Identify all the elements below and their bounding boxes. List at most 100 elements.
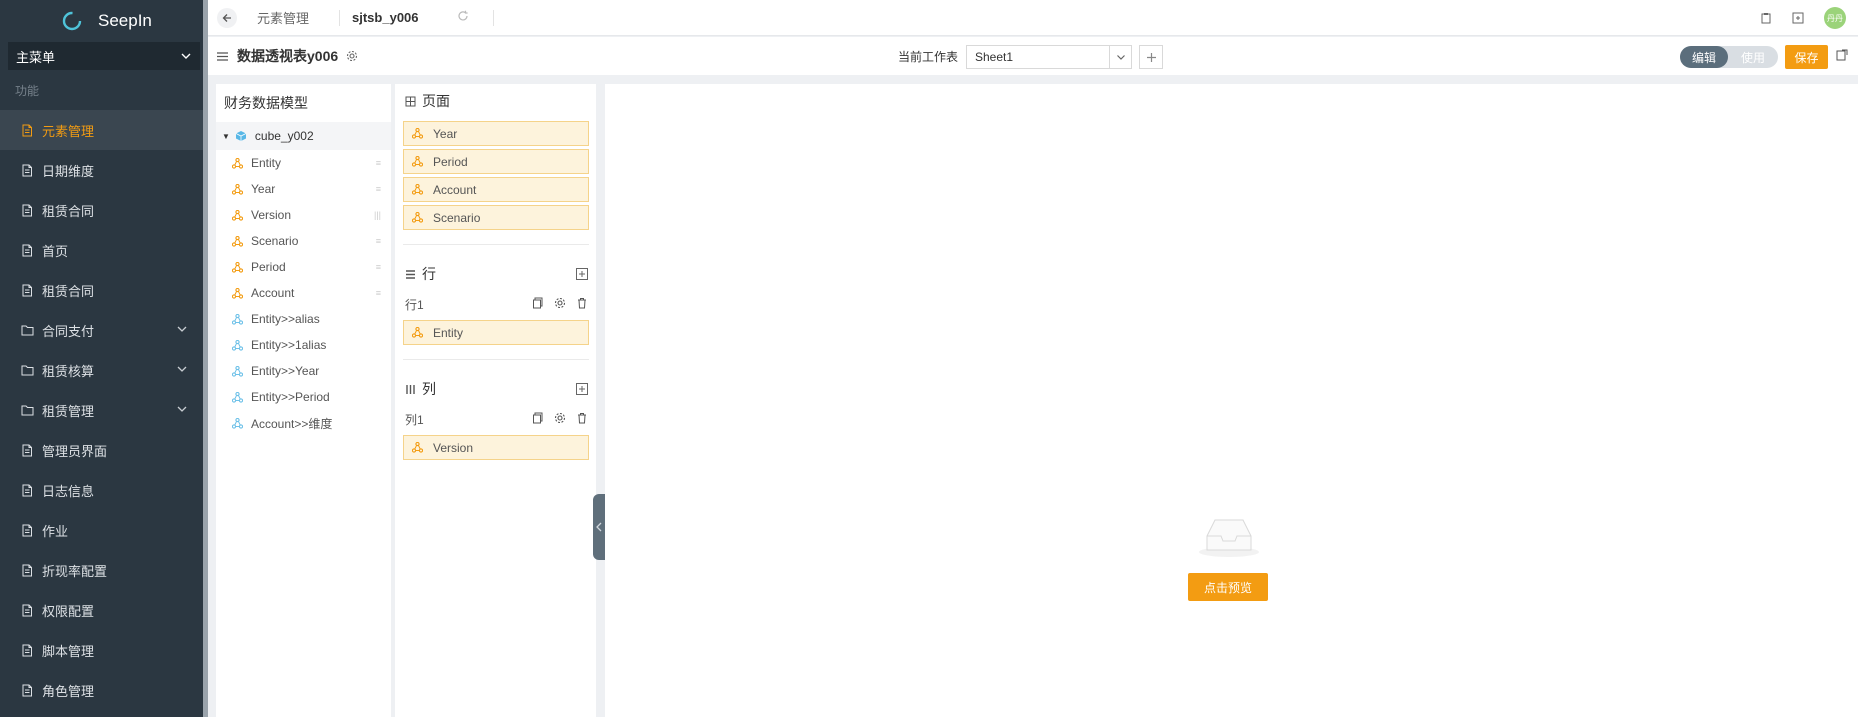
sidebar-item-label: 租赁合同 (42, 203, 95, 219)
gear-icon[interactable] (554, 297, 566, 309)
chevron-down-icon[interactable] (176, 323, 188, 338)
caret-down-icon[interactable]: ▼ (222, 132, 230, 141)
chevron-down-icon[interactable] (1109, 46, 1131, 68)
preview-button[interactable]: 点击预览 (1188, 573, 1268, 601)
sidebar-scrollbar-thumb[interactable] (203, 0, 208, 717)
field-chip[interactable]: Version (403, 435, 589, 460)
toolbar: 数据透视表y006 当前工作表 Sheet1 编辑 使用 保存 (208, 37, 1858, 75)
trash-icon[interactable] (576, 297, 588, 309)
avatar[interactable]: 丹丹 (1824, 7, 1846, 29)
document-icon (20, 603, 34, 617)
copy-icon[interactable] (532, 412, 544, 424)
field-chip-label: Account (433, 182, 477, 197)
dimension-item[interactable]: Entity>>alias (216, 306, 391, 332)
add-sheet-button[interactable] (1139, 45, 1163, 69)
sidebar-item[interactable]: 日志信息 (0, 470, 208, 510)
add-column-icon[interactable] (576, 383, 588, 395)
mode-toggle[interactable]: 编辑 使用 (1680, 46, 1778, 68)
field-chip[interactable]: Period (403, 149, 589, 174)
cols-section-header: 列 (395, 372, 596, 406)
document-icon (20, 283, 34, 297)
tab-sjtsb-y006[interactable]: sjtsb_y006 (352, 10, 419, 25)
chevron-down-icon[interactable] (176, 403, 188, 418)
brand[interactable]: SeepIn (0, 0, 208, 42)
save-button[interactable]: 保存 (1785, 45, 1828, 69)
sidebar-item-label: 租赁核算 (42, 363, 95, 379)
field-chip-label: Year (433, 126, 458, 141)
dimension-icon (412, 156, 423, 167)
dimension-label: Account>>维度 (251, 416, 333, 431)
dimension-icon (232, 183, 243, 195)
field-chip[interactable]: Year (403, 121, 589, 146)
sidebar-item[interactable]: 日期维度 (0, 150, 208, 190)
dimension-item[interactable]: Year ≡ (216, 176, 391, 202)
column-group: 列1 (395, 406, 596, 432)
sidebar-item[interactable]: 元素管理 (0, 110, 208, 150)
dimension-item[interactable]: Scenario ≡ (216, 228, 391, 254)
sheet-select[interactable]: Sheet1 (966, 45, 1132, 69)
sidebar-item[interactable]: 作业 (0, 510, 208, 550)
attribute-icon (232, 391, 243, 403)
drag-handle-icon[interactable]: ≡ (376, 236, 381, 246)
sidebar-item[interactable]: 租赁合同 (0, 270, 208, 310)
column-group-actions (532, 412, 588, 424)
menu-select[interactable]: 主菜单 (8, 42, 200, 70)
field-chip[interactable]: Entity (403, 320, 589, 345)
cube-icon (235, 131, 247, 141)
folder-icon (20, 363, 34, 377)
sidebar-item[interactable]: 角色管理 (0, 670, 208, 710)
dimension-item[interactable]: Entity>>Year (216, 358, 391, 384)
gear-icon[interactable] (346, 50, 358, 62)
clipboard-icon[interactable] (1760, 12, 1772, 24)
back-button[interactable] (217, 7, 237, 28)
dimension-item[interactable]: Period ≡ (216, 254, 391, 280)
sidebar-item[interactable]: 合同支付 (0, 310, 208, 350)
arrow-left-icon (222, 13, 231, 22)
sidebar-item-label: 脚本管理 (42, 643, 95, 659)
menu-select-value: 主菜单 (16, 49, 56, 65)
field-chip[interactable]: Account (403, 177, 589, 202)
drag-handle-icon[interactable]: ≡ (376, 184, 381, 194)
tab-element-management[interactable]: 元素管理 (257, 8, 309, 27)
sidebar-item[interactable]: 管理员界面 (0, 430, 208, 470)
sidebar-item-label: 日期维度 (42, 163, 95, 179)
refresh-icon[interactable] (457, 10, 469, 25)
gear-icon[interactable] (554, 412, 566, 424)
sidebar-item[interactable]: 脚本管理 (0, 630, 208, 670)
dimension-item[interactable]: Version ||| (216, 202, 391, 228)
sidebar-item[interactable]: 租赁核算 (0, 350, 208, 390)
sidebar-item[interactable]: 折现率配置 (0, 550, 208, 590)
dimension-item[interactable]: Entity>>1alias (216, 332, 391, 358)
sidebar-item[interactable]: 租赁管理 (0, 390, 208, 430)
add-row-icon[interactable] (576, 268, 588, 280)
cube-node[interactable]: ▼ cube_y002 (216, 122, 391, 150)
export-icon[interactable] (1836, 49, 1848, 61)
row-group: 行1 (395, 291, 596, 317)
fullscreen-icon[interactable] (1792, 12, 1804, 24)
mode-edit[interactable]: 编辑 (1680, 46, 1728, 68)
document-icon (20, 683, 34, 697)
dimension-item[interactable]: Entity ≡ (216, 150, 391, 176)
field-chip[interactable]: Scenario (403, 205, 589, 230)
dimension-item[interactable]: Entity>>Period (216, 384, 391, 410)
sidebar-item[interactable]: 租赁合同 (0, 190, 208, 230)
drag-handle-icon[interactable]: ||| (374, 210, 381, 220)
drag-handle-icon[interactable]: ≡ (376, 262, 381, 272)
drag-handle-icon[interactable]: ≡ (376, 158, 381, 168)
folder-icon (20, 323, 34, 337)
top-bar: 元素管理 sjtsb_y006 丹丹 (208, 0, 1858, 36)
sidebar-item[interactable]: 首页 (0, 230, 208, 270)
model-panel: 财务数据模型 ▼ cube_y002 Entity ≡ Year ≡ Version ||… (216, 84, 391, 717)
mode-use[interactable]: 使用 (1728, 46, 1778, 68)
dimension-item[interactable]: Account>>维度 (216, 410, 391, 436)
copy-icon[interactable] (532, 297, 544, 309)
dimension-item[interactable]: Account ≡ (216, 280, 391, 306)
chevron-down-icon[interactable] (176, 363, 188, 378)
tab-divider (492, 9, 494, 26)
trash-icon[interactable] (576, 412, 588, 424)
sidebar-item[interactable]: 权限配置 (0, 590, 208, 630)
column-group-label: 列1 (405, 412, 424, 427)
drag-handle-icon[interactable]: ≡ (376, 288, 381, 298)
collapse-panel-handle[interactable] (593, 494, 605, 560)
preview-area: 点击预览 (605, 84, 1858, 717)
